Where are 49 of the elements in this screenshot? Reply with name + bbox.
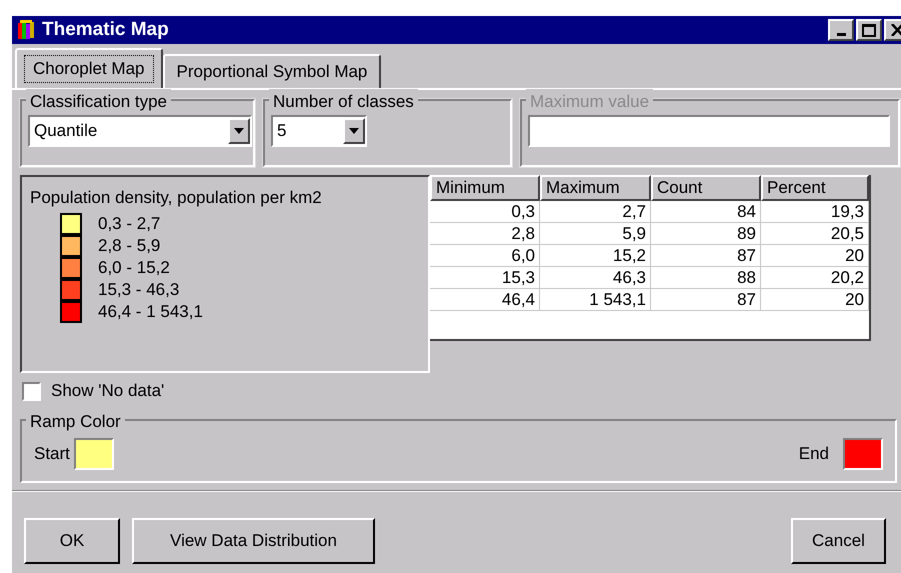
table-cell: 0,3: [430, 201, 540, 223]
table-cell: 46,4: [430, 289, 540, 311]
legend-label: 6,0 - 15,2: [98, 259, 170, 276]
dialog-button[interactable]: View Data Distribution: [132, 518, 375, 564]
table-cell: 19,3: [761, 201, 869, 223]
column-header[interactable]: Count: [651, 175, 761, 201]
tab[interactable]: Proportional Symbol Map: [162, 54, 382, 88]
checkbox-label: Show 'No data': [51, 380, 164, 402]
classes-dropdown[interactable]: 5: [271, 115, 367, 147]
window-title: Thematic Map: [42, 18, 169, 42]
table-cell: 46,3: [540, 267, 651, 289]
table-cell: 15,2: [540, 245, 651, 267]
table-cell: 20: [761, 245, 869, 267]
dialog-button[interactable]: Cancel: [791, 518, 886, 564]
table-cell: 6,0: [430, 245, 540, 267]
table-cell: 20,2: [761, 267, 869, 289]
end-color-swatch[interactable]: [843, 438, 883, 470]
column-header[interactable]: Percent: [761, 175, 869, 201]
column-header[interactable]: Minimum: [430, 175, 540, 201]
checkbox[interactable]: [22, 382, 41, 400]
start-color-swatch[interactable]: [74, 438, 114, 470]
table-cell: 89: [651, 223, 761, 245]
dialog-button[interactable]: OK: [24, 518, 120, 564]
legend-label: 2,8 - 5,9: [98, 237, 160, 254]
legend-label: 0,3 - 2,7: [98, 215, 160, 232]
table-cell: 84: [651, 201, 761, 223]
end-label: End: [798, 443, 829, 466]
legend-label: 46,4 - 1 543,1: [98, 303, 203, 320]
tab[interactable]: Choroplet Map: [15, 48, 163, 88]
minimize-button[interactable]: [828, 19, 854, 41]
table-cell: 87: [651, 245, 761, 267]
table-cell: 2,7: [540, 201, 651, 223]
classification-dropdown[interactable]: Quantile: [28, 115, 252, 147]
table-cell: 2,8: [430, 223, 540, 245]
column-header[interactable]: Maximum: [540, 175, 651, 201]
table-cell: 20,5: [761, 223, 869, 245]
table-cell: 88: [651, 267, 761, 289]
start-label: Start: [34, 443, 70, 466]
table-cell: 87: [651, 289, 761, 311]
maximize-button[interactable]: [856, 19, 882, 41]
dropdown-arrow-icon: [349, 128, 359, 134]
table-cell: 5,9: [540, 223, 651, 245]
close-icon: [890, 24, 901, 36]
dropdown-arrow-icon: [234, 128, 244, 134]
legend-title: Population density, population per km2: [30, 187, 323, 209]
table-cell: 15,3: [430, 267, 540, 289]
table-cell: 1 543,1: [540, 289, 651, 311]
table-cell: 20: [761, 289, 869, 311]
legend-label: 15,3 - 46,3: [98, 281, 180, 298]
